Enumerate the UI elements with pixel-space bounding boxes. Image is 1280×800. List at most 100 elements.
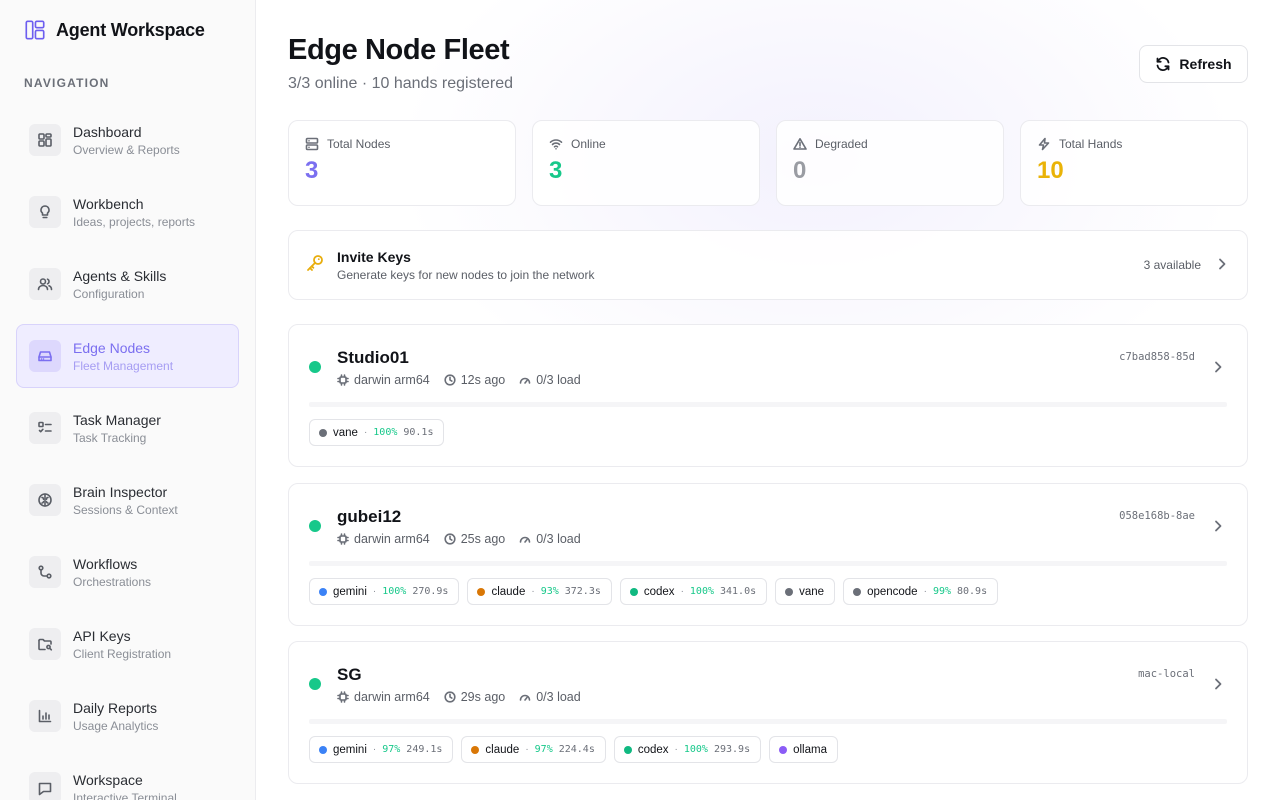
invite-subtitle: Generate keys for new nodes to join the … — [337, 267, 595, 282]
sidebar-item-label: Dashboard — [73, 123, 142, 140]
node-platform-text: darwin arm64 — [354, 532, 430, 546]
node-load: 0/3 load — [519, 690, 581, 704]
refresh-label: Refresh — [1179, 56, 1232, 72]
node-load-text: 0/3 load — [536, 690, 581, 704]
sidebar-item-task-manager[interactable]: Task Manager Task Tracking — [16, 396, 239, 460]
hand-chip[interactable]: opencode · 99% 80.9s — [843, 578, 999, 605]
node-last-seen-text: 25s ago — [460, 532, 506, 546]
cpu-icon — [337, 374, 349, 386]
hand-status-dot — [477, 587, 486, 596]
sidebar-item-sub: Client Registration — [73, 646, 172, 661]
hand-chip[interactable]: gemini · 97% 249.1s — [309, 736, 454, 763]
sidebar-item-workspace[interactable]: Workspace Interactive Terminal — [16, 756, 239, 800]
sidebar: Agent Workspace NAVIGATION Dashboard Ove… — [0, 0, 256, 800]
node-card[interactable]: SG darwin arm64 29s ago 0/3 load mac-loc… — [288, 641, 1248, 784]
node-name: Studio01 — [337, 348, 409, 367]
node-card[interactable]: Studio01 darwin arm64 12s ago 0/3 load c… — [288, 324, 1248, 467]
clock-icon — [444, 374, 456, 386]
sidebar-item-agents-skills[interactable]: Agents & Skills Configuration — [16, 252, 239, 316]
node-status-dot — [309, 520, 321, 532]
node-last-seen-text: 29s ago — [460, 690, 506, 704]
sidebar-nav: Dashboard Overview & Reports Workbench I… — [16, 108, 239, 800]
invite-title: Invite Keys — [337, 248, 411, 265]
sidebar-item-workflows[interactable]: Workflows Orchestrations — [16, 540, 239, 604]
stat-value: 3 — [305, 157, 319, 184]
hand-separator: · — [372, 586, 377, 597]
stat-value: 3 — [549, 157, 563, 184]
sidebar-item-sub: Overview & Reports — [73, 142, 180, 157]
hand-duration: 293.9s — [713, 744, 751, 755]
node-status-dot — [309, 361, 321, 373]
brand[interactable]: Agent Workspace — [24, 18, 205, 42]
chat-icon — [29, 772, 61, 800]
node-last-seen: 12s ago — [444, 373, 505, 387]
hand-success-rate: 100% — [683, 744, 708, 755]
node-load-text: 0/3 load — [536, 532, 581, 546]
hand-name: codex — [637, 743, 669, 756]
chevron-right-icon — [1211, 360, 1225, 379]
hand-chip[interactable]: codex · 100% 341.0s — [619, 578, 768, 605]
node-divider — [309, 402, 1227, 407]
hand-success-rate: 97% — [534, 744, 553, 755]
hand-success-rate: 93% — [540, 586, 559, 597]
chevron-right-icon — [1211, 677, 1225, 696]
gauge-icon — [519, 377, 531, 384]
users-icon — [29, 268, 61, 300]
hand-status-dot — [853, 587, 862, 596]
hand-success-rate: 100% — [382, 586, 407, 597]
hand-status-dot — [629, 587, 638, 596]
sidebar-item-sub: Sessions & Context — [73, 502, 178, 517]
node-divider — [309, 719, 1227, 724]
hand-separator: · — [680, 586, 684, 597]
node-last-seen: 29s ago — [444, 690, 505, 704]
sidebar-item-label: Edge Nodes — [73, 339, 151, 356]
chevron-right-icon — [1215, 257, 1229, 274]
node-meta: darwin arm64 25s ago 0/3 load — [337, 532, 581, 546]
hand-status-dot — [319, 745, 327, 754]
invite-keys-card[interactable]: Invite Keys Generate keys for new nodes … — [288, 230, 1248, 300]
hand-name: codex — [643, 585, 675, 598]
hand-chip[interactable]: vane — [775, 578, 836, 605]
hand-chip[interactable]: ollama — [769, 736, 838, 763]
stat-value: 0 — [793, 157, 807, 184]
zap-icon — [1038, 137, 1050, 151]
hand-chip[interactable]: vane · 100% 90.1s — [309, 419, 445, 446]
workflow-icon — [29, 556, 61, 588]
hand-name: gemini — [333, 743, 367, 756]
brain-icon — [29, 484, 61, 516]
node-id: mac-local — [1138, 668, 1195, 680]
hand-status-dot — [779, 745, 788, 754]
hand-status-dot — [471, 745, 480, 754]
hand-duration: 90.1s — [403, 427, 434, 438]
hand-chip[interactable]: codex · 100% 293.9s — [613, 736, 762, 763]
hand-separator: · — [531, 586, 535, 597]
hands-list: gemini · 100% 270.9s claude · 93% 372.3s… — [309, 578, 999, 605]
node-platform: darwin arm64 — [337, 532, 430, 546]
hand-status-dot — [319, 587, 327, 596]
hand-chip[interactable]: gemini · 100% 270.9s — [309, 578, 460, 605]
stat-card-total-hands: Total Hands 10 — [1020, 120, 1248, 206]
node-card[interactable]: gubei12 darwin arm64 25s ago 0/3 load 05… — [288, 483, 1248, 626]
node-load-text: 0/3 load — [536, 373, 581, 387]
hand-duration: 80.9s — [957, 586, 988, 597]
hand-chip[interactable]: claude · 97% 224.4s — [461, 736, 606, 763]
sidebar-item-edge-nodes[interactable]: Edge Nodes Fleet Management — [16, 324, 239, 388]
hand-success-rate: 99% — [932, 586, 951, 597]
node-last-seen: 25s ago — [444, 532, 505, 546]
sidebar-item-workbench[interactable]: Workbench Ideas, projects, reports — [16, 180, 239, 244]
sidebar-item-api-keys[interactable]: API Keys Client Registration — [16, 612, 239, 676]
gauge-icon — [519, 694, 531, 701]
main-content: Edge Node Fleet 3/3 online · 10 hands re… — [257, 0, 1280, 800]
sidebar-item-label: Workspace — [73, 771, 143, 788]
hand-chip[interactable]: claude · 93% 372.3s — [467, 578, 612, 605]
sidebar-item-sub: Orchestrations — [73, 574, 152, 589]
hand-name: ollama — [793, 743, 827, 756]
hand-separator: · — [674, 744, 678, 755]
hand-success-rate: 100% — [689, 586, 714, 597]
hand-name: vane — [333, 426, 358, 439]
sidebar-item-dashboard[interactable]: Dashboard Overview & Reports — [16, 108, 239, 172]
node-meta: darwin arm64 12s ago 0/3 load — [337, 373, 581, 387]
refresh-button[interactable]: Refresh — [1139, 45, 1248, 83]
sidebar-item-brain-inspector[interactable]: Brain Inspector Sessions & Context — [16, 468, 239, 532]
sidebar-item-daily-reports[interactable]: Daily Reports Usage Analytics — [16, 684, 239, 748]
